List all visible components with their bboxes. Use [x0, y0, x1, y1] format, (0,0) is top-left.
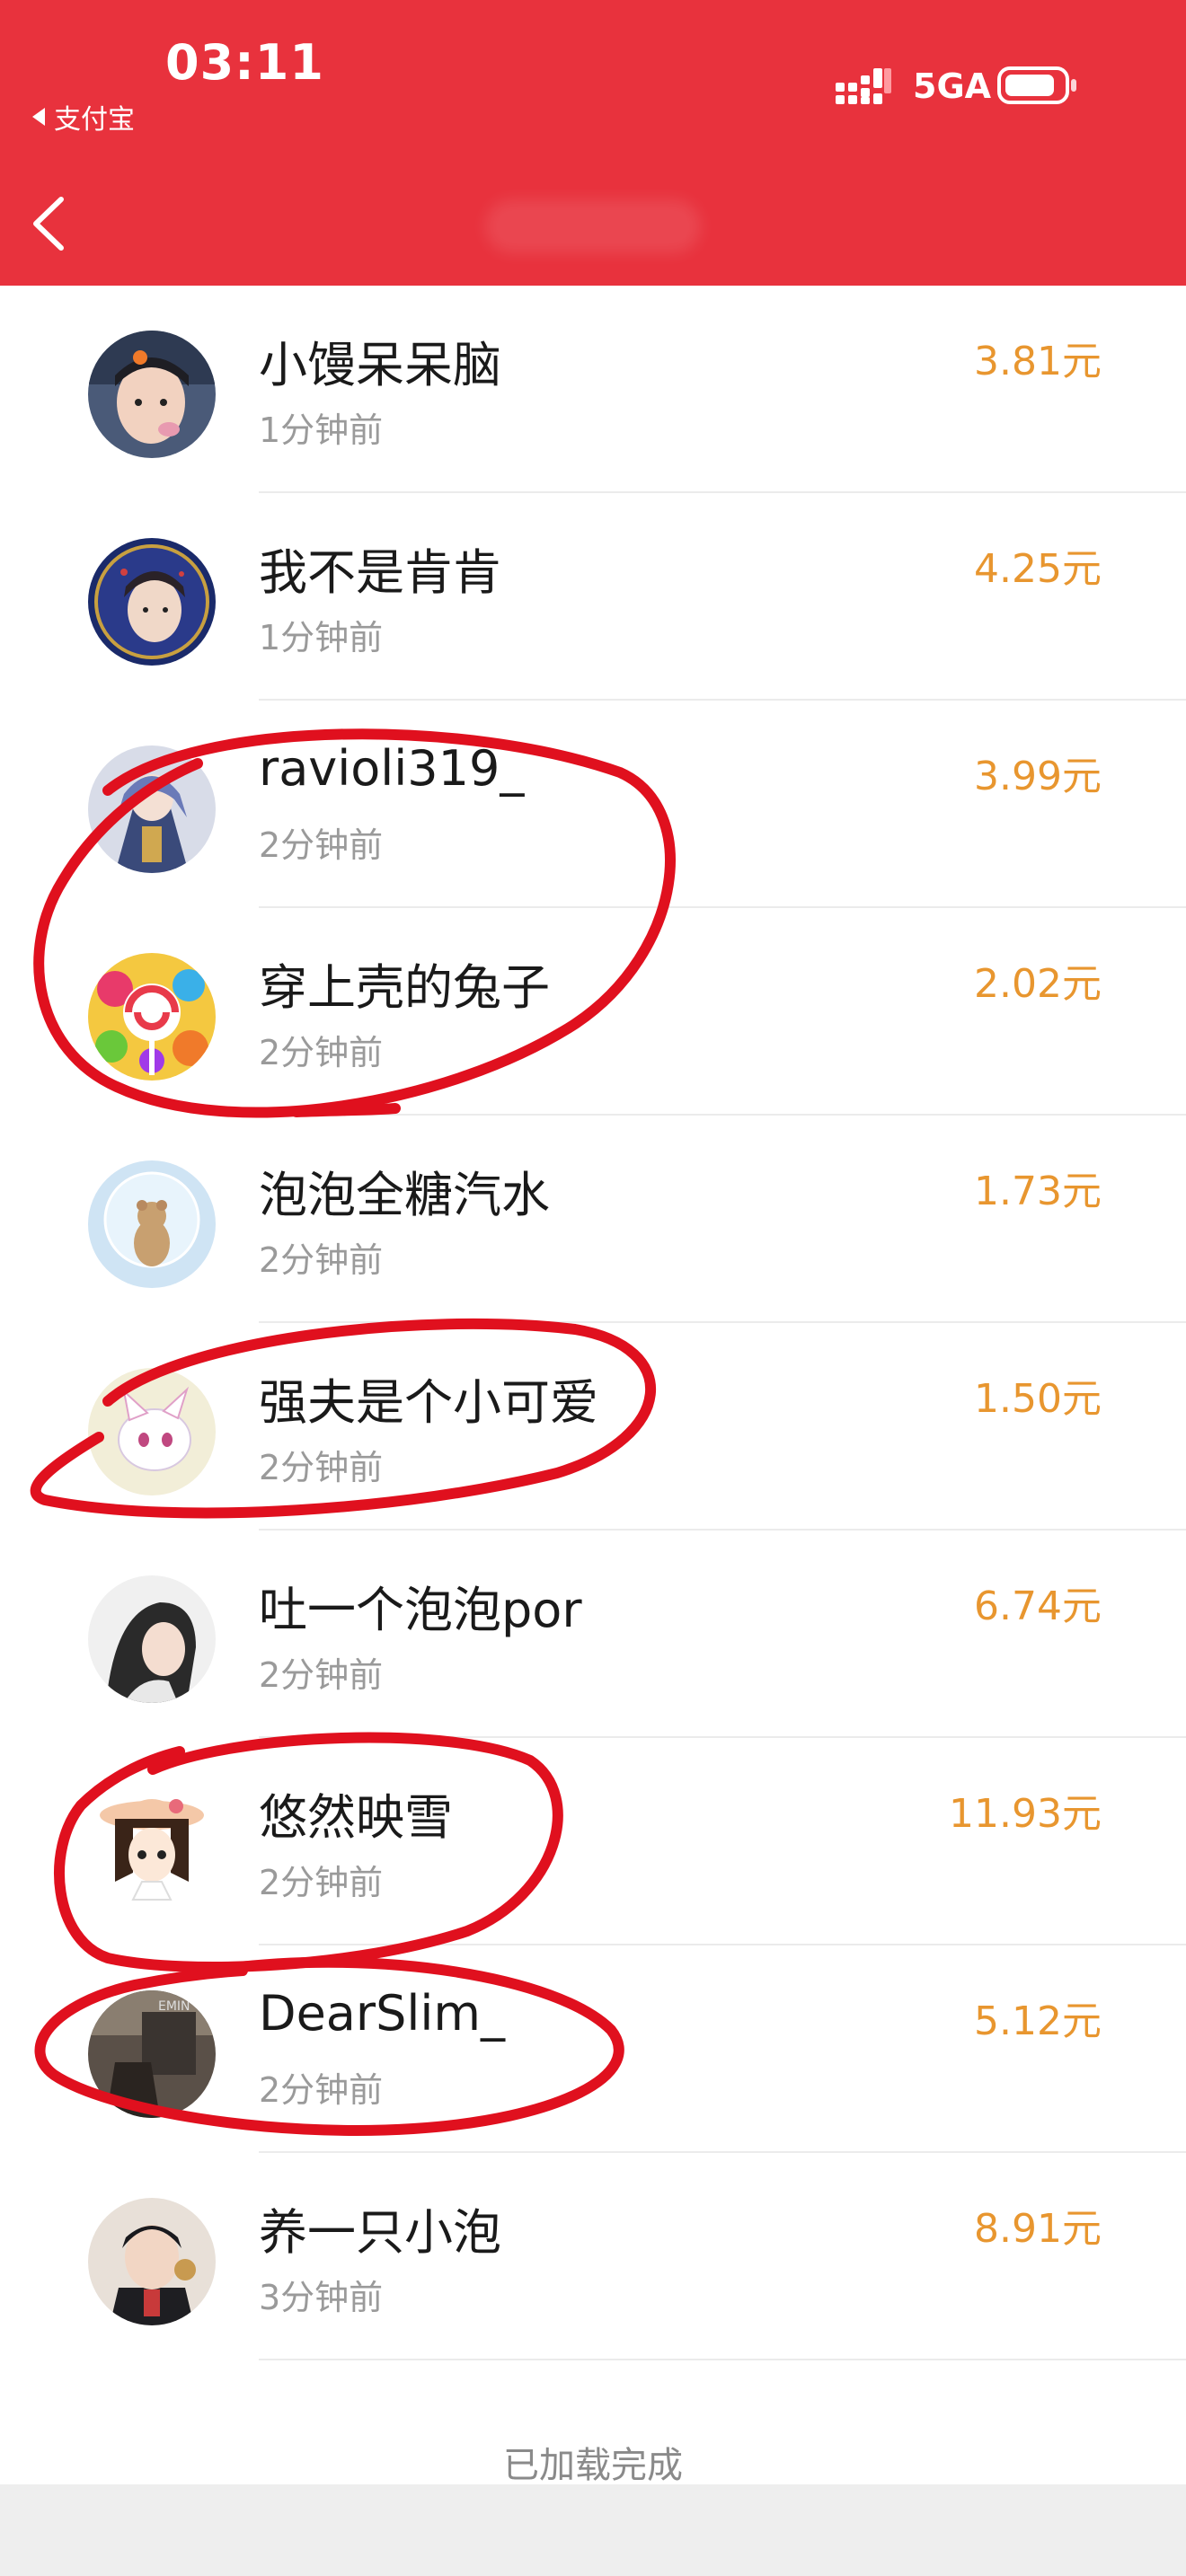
list-item[interactable]: 吐一个泡泡por 2分钟前 6.74元 [0, 1531, 1186, 1738]
avatar [88, 1783, 216, 1910]
list-item[interactable]: 小馒呆呆脑 1分钟前 3.81元 [0, 286, 1186, 493]
list-item[interactable]: EMIN DearSlim_ 2分钟前 5.12元 [0, 1945, 1186, 2153]
avatar [88, 953, 216, 1081]
back-triangle-icon [32, 108, 45, 126]
list-item[interactable]: 穿上壳的兔子 2分钟前 2.02元 [0, 908, 1186, 1116]
avatar [88, 2198, 216, 2325]
list-item[interactable]: 我不是肯肯 1分钟前 4.25元 [0, 493, 1186, 701]
list-item[interactable]: 泡泡全糖汽水 2分钟前 1.73元 [0, 1116, 1186, 1323]
avatar [88, 1368, 216, 1495]
contribution-amount: 8.91元 [974, 2206, 1102, 2252]
contributor-name: 养一只小泡 [259, 2204, 501, 2261]
header-bar: 03:11 支付宝 5GA [0, 0, 1186, 286]
chevron-left-icon[interactable] [27, 194, 70, 253]
contributor-name: 泡泡全糖汽水 [259, 1167, 550, 1223]
avatar [88, 331, 216, 458]
svg-text:EMIN: EMIN [158, 1999, 190, 2014]
contribution-amount: 2.02元 [974, 961, 1102, 1007]
avatar: EMIN [88, 1990, 216, 2118]
contributor-name: 强夫是个小可爱 [259, 1374, 598, 1431]
page: 03:11 支付宝 5GA 小馒呆呆脑 1分钟前 3.81元 我不是肯肯 1分钟… [0, 0, 1186, 2576]
contribution-time: 1分钟前 [259, 618, 384, 657]
contribution-time: 2分钟前 [259, 2070, 384, 2110]
nav-title-blurred [485, 199, 701, 253]
signal-icon [836, 68, 891, 104]
status-time: 03:11 [165, 34, 324, 91]
contribution-time: 3分钟前 [259, 2278, 384, 2317]
battery-icon [997, 66, 1076, 104]
contribution-time: 2分钟前 [259, 1655, 384, 1695]
bottom-bar [0, 2484, 1186, 2576]
contributor-name: DearSlim_ [259, 1985, 505, 2042]
network-type: 5GA [913, 66, 992, 106]
avatar [88, 538, 216, 666]
contribution-amount: 3.81元 [974, 339, 1102, 384]
contribution-time: 1分钟前 [259, 410, 384, 450]
contributor-list: 小馒呆呆脑 1分钟前 3.81元 我不是肯肯 1分钟前 4.25元 raviol… [0, 286, 1186, 2360]
contributor-name: 悠然映雪 [259, 1789, 453, 1846]
contribution-amount: 11.93元 [949, 1791, 1102, 1837]
contribution-time: 2分钟前 [259, 825, 384, 865]
contributor-name: 我不是肯肯 [259, 544, 501, 601]
back-app-label: 支付宝 [54, 104, 135, 136]
contributor-name: 小馒呆呆脑 [259, 337, 501, 393]
contribution-amount: 6.74元 [974, 1584, 1102, 1629]
contributor-name: ravioli319_ [259, 740, 525, 797]
contribution-amount: 4.25元 [974, 546, 1102, 592]
list-item[interactable]: 养一只小泡 3分钟前 8.91元 [0, 2153, 1186, 2360]
list-item[interactable]: 悠然映雪 2分钟前 11.93元 [0, 1738, 1186, 1945]
load-complete-text: 已加载完成 [503, 2445, 683, 2486]
avatar [88, 745, 216, 873]
contribution-time: 2分钟前 [259, 1863, 384, 1902]
list-item[interactable]: ravioli319_ 2分钟前 3.99元 [0, 701, 1186, 908]
contribution-amount: 1.50元 [974, 1376, 1102, 1422]
contributor-name: 穿上壳的兔子 [259, 959, 550, 1016]
contribution-amount: 1.73元 [974, 1169, 1102, 1214]
contribution-amount: 5.12元 [974, 1998, 1102, 2044]
contribution-time: 2分钟前 [259, 1240, 384, 1280]
divider [259, 2359, 1186, 2360]
avatar [88, 1575, 216, 1703]
contributor-name: 吐一个泡泡por [259, 1582, 582, 1638]
list-item[interactable]: 强夫是个小可爱 2分钟前 1.50元 [0, 1323, 1186, 1531]
contribution-time: 2分钟前 [259, 1033, 384, 1072]
avatar [88, 1160, 216, 1288]
back-to-app-link[interactable]: 支付宝 [32, 97, 135, 137]
contribution-time: 2分钟前 [259, 1448, 384, 1487]
contribution-amount: 3.99元 [974, 754, 1102, 799]
